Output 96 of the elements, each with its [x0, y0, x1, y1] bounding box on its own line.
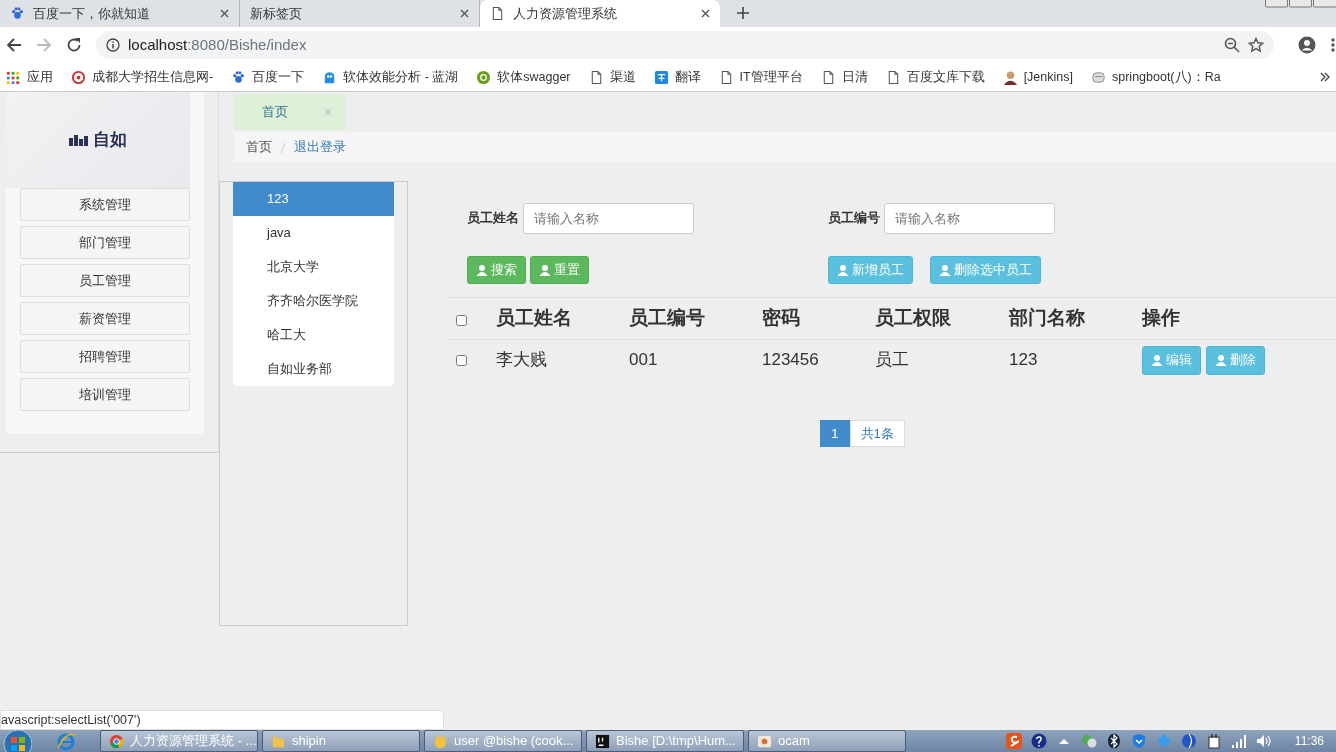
more-icon[interactable]	[1320, 72, 1330, 82]
code-editor-icon	[595, 733, 610, 749]
bookmark[interactable]: 软体效能分析 - 蓝湖	[322, 67, 459, 87]
browser-tab[interactable]: 人力资源管理系统	[480, 0, 720, 27]
table-cell-text: 员工	[875, 349, 910, 372]
department-item[interactable]: 哈工大	[233, 318, 394, 352]
column-header: 员工姓名	[496, 306, 573, 331]
url-text: localhost:8080/Bishe/index	[128, 34, 308, 55]
checkbox[interactable]	[456, 315, 467, 326]
department-item[interactable]: java	[233, 216, 394, 250]
column-header: 员工编号	[629, 306, 706, 331]
column-header: 部门名称	[1009, 306, 1086, 331]
table-cell-text: 123456	[762, 349, 820, 372]
column-header: 操作	[1142, 306, 1180, 331]
page-link[interactable]: 1	[820, 420, 850, 447]
menu-button[interactable]: 薪资管理	[20, 302, 190, 335]
star-icon[interactable]	[1248, 37, 1264, 53]
user-icon	[539, 264, 551, 276]
menu-button[interactable]: 招聘管理	[20, 340, 190, 373]
camera-icon	[757, 733, 772, 749]
clock: 11:36	[1294, 733, 1324, 750]
user-icon	[1215, 354, 1227, 366]
column-header: 密码	[762, 306, 801, 331]
column-header: 员工权限	[875, 306, 952, 331]
translate-icon	[653, 69, 669, 85]
menu-button[interactable]: 员工管理	[20, 264, 190, 297]
ime-icon[interactable]	[1005, 733, 1022, 749]
ring-icon	[71, 69, 86, 85]
text-field[interactable]: 请输入名称	[523, 202, 694, 234]
shield-icon[interactable]	[1130, 733, 1147, 749]
bookmark[interactable]: 日清	[820, 67, 868, 87]
page-icon	[490, 6, 505, 21]
robot-icon	[1091, 69, 1106, 85]
status-url: avascript:selectList('007')	[0, 710, 444, 730]
department-item[interactable]: 自如业务部	[233, 352, 394, 386]
swagger-icon	[476, 69, 492, 85]
table-cell-text: 李大贱	[496, 349, 548, 372]
paw-icon	[10, 6, 25, 21]
page-tab[interactable]: 首页	[234, 94, 346, 130]
text-field[interactable]: 请输入名称	[884, 202, 1055, 234]
department-item[interactable]: 北京大学	[233, 250, 394, 284]
bookmark[interactable]: 成都大学招生信息网-	[71, 67, 214, 87]
department-item[interactable]: 齐齐哈尔医学院	[233, 284, 394, 318]
user-icon	[939, 264, 951, 276]
menu-button[interactable]: 系统管理	[20, 188, 190, 221]
address-bar[interactable]: localhost:8080/Bishe/index	[96, 31, 1274, 59]
user-icon	[476, 264, 488, 276]
paw-icon	[231, 69, 247, 85]
bookmark[interactable]: 渠道	[588, 67, 636, 87]
bookmark[interactable]: 应用	[6, 67, 53, 87]
bookmark[interactable]: 翻译	[653, 67, 701, 87]
menu-button[interactable]: 部门管理	[20, 226, 190, 259]
apps-icon	[6, 69, 21, 85]
person-icon	[1002, 69, 1018, 85]
tab-title: 百度一下，你就知道	[33, 4, 151, 23]
table-cell-text: 123	[1009, 349, 1039, 372]
close-icon[interactable]	[701, 9, 710, 18]
page-total: 共1条	[849, 420, 905, 447]
bluetooth-icon[interactable]	[1105, 733, 1122, 749]
globe-icon[interactable]	[1180, 733, 1197, 749]
field-label: 员工编号	[828, 209, 880, 228]
cat-icon	[433, 733, 448, 749]
reload-icon[interactable]	[66, 37, 82, 53]
close-icon[interactable]	[220, 9, 229, 18]
volume-icon[interactable]	[1255, 733, 1272, 749]
chat-icon[interactable]	[1080, 733, 1097, 749]
close-icon[interactable]	[460, 9, 469, 18]
bookmark[interactable]: 百度文库下载	[885, 67, 985, 87]
logout-link[interactable]: 退出登录	[294, 137, 346, 157]
user-icon	[837, 264, 849, 276]
building-icon	[69, 134, 89, 146]
power-icon[interactable]	[1205, 733, 1222, 749]
department-item[interactable]: 123	[233, 182, 394, 216]
bookmark[interactable]: IT管理平台	[718, 67, 803, 87]
zoom-icon[interactable]	[1224, 37, 1240, 53]
add-icon[interactable]	[736, 6, 750, 20]
bookmark[interactable]: springboot(八)：Ra	[1091, 67, 1221, 87]
bookmark[interactable]: [Jenkins]	[1002, 67, 1073, 87]
field-label: 员工姓名	[467, 209, 519, 228]
tab-title: 新标签页	[250, 4, 303, 23]
back-icon[interactable]	[6, 37, 22, 53]
signal-icon[interactable]	[1230, 733, 1247, 749]
menu-button[interactable]: 培训管理	[20, 378, 190, 411]
tab-title: 人力资源管理系统	[513, 4, 618, 23]
logo: 自如	[6, 92, 190, 188]
chrome-icon	[109, 733, 124, 749]
help-icon[interactable]	[1030, 733, 1047, 749]
table-cell-text: 001	[629, 349, 659, 372]
checkbox[interactable]	[456, 355, 467, 366]
menu-icon[interactable]	[1330, 37, 1336, 53]
breadcrumb-item: 首页	[246, 138, 272, 157]
info-icon	[106, 38, 120, 52]
bookmark[interactable]: 软体swagger	[476, 67, 571, 87]
user-icon	[1151, 354, 1163, 366]
bookmark[interactable]: 百度一下	[231, 67, 305, 87]
account-icon[interactable]	[1298, 36, 1316, 54]
